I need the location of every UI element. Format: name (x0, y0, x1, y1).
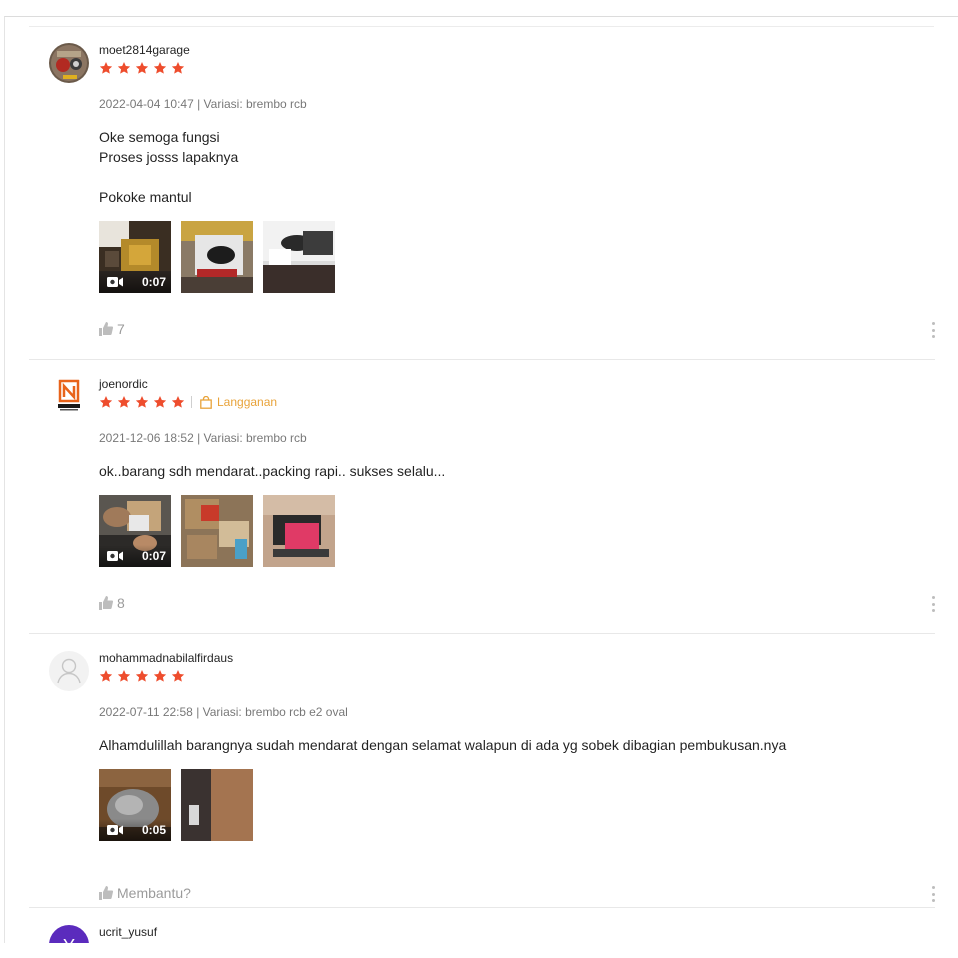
review-item: Y ucrit_yusuf (29, 925, 935, 943)
star-icon (135, 395, 149, 409)
image-thumbnail[interactable] (263, 221, 335, 293)
video-camera-icon (107, 277, 123, 287)
video-overlay: 0:07 (99, 545, 171, 567)
star-icon (153, 395, 167, 409)
video-camera-icon (107, 825, 123, 835)
image-thumbnail[interactable] (181, 495, 253, 567)
avatar[interactable] (49, 43, 89, 83)
star-icon (135, 61, 149, 75)
star-icon (153, 61, 167, 75)
avatar[interactable] (49, 377, 89, 417)
reviewer-name[interactable]: ucrit_yusuf (99, 925, 157, 939)
star-icon (171, 395, 185, 409)
subscriber-badge: Langganan (200, 395, 277, 409)
star-icon (171, 669, 185, 683)
review-divider (29, 907, 935, 908)
review-text: Alhamdulillah barangnya sudah mendarat d… (99, 737, 787, 753)
video-duration: 0:07 (141, 275, 166, 289)
thumbs-up-icon (99, 596, 113, 610)
video-thumbnail[interactable]: 0:05 (99, 769, 171, 841)
star-icon (99, 61, 113, 75)
avatar[interactable]: Y (49, 925, 89, 943)
review-item: moet2814garage 2022-04-04 10:47 | Varias… (29, 43, 935, 360)
thumbs-up-icon (99, 322, 113, 336)
review-meta: 2021-12-06 18:52 | Variasi: brembo rcb (99, 431, 307, 445)
default-user-icon (57, 658, 81, 684)
reviewer-name[interactable]: mohammadnabilalfirdaus (99, 651, 233, 665)
review-meta: 2022-07-11 22:58 | Variasi: brembo rcb e… (99, 705, 348, 719)
review-divider (29, 359, 935, 360)
badge-label: Langganan (217, 395, 278, 409)
star-icon (153, 669, 167, 683)
star-icon (135, 669, 149, 683)
image-thumbnail[interactable] (181, 221, 253, 293)
review-text: ok..barang sdh mendarat..packing rapi.. … (99, 463, 446, 479)
like-count: 7 (117, 321, 125, 337)
reviewer-name[interactable]: moet2814garage (99, 43, 190, 57)
star-icon (117, 61, 131, 75)
top-divider (29, 26, 934, 27)
star-icon (117, 669, 131, 683)
shopping-bag-icon (200, 395, 212, 409)
image-thumbnail[interactable] (181, 769, 253, 841)
like-count: 8 (117, 595, 125, 611)
review-media: 0:07 (99, 495, 345, 567)
star-icon (99, 395, 113, 409)
more-options-button[interactable] (931, 596, 935, 612)
video-overlay: 0:07 (99, 271, 171, 293)
star-icon (117, 395, 131, 409)
star-rating: Langganan (99, 394, 277, 410)
video-thumbnail[interactable]: 0:07 (99, 221, 171, 293)
badge-separator (191, 396, 192, 408)
star-icon (171, 61, 185, 75)
review-media: 0:05 (99, 769, 263, 841)
review-item: mohammadnabilalfirdaus 2022-07-11 22:58 … (29, 651, 935, 908)
image-thumbnail[interactable] (263, 495, 335, 567)
star-rating (99, 668, 189, 684)
video-camera-icon (107, 551, 123, 561)
review-meta: 2022-04-04 10:47 | Variasi: brembo rcb (99, 97, 307, 111)
thumbs-up-icon (99, 886, 113, 900)
more-options-button[interactable] (931, 322, 935, 338)
like-button[interactable]: 8 (99, 593, 125, 613)
reviews-panel: moet2814garage 2022-04-04 10:47 | Varias… (4, 16, 958, 943)
review-divider (29, 633, 935, 634)
review-item: joenordic Langganan 2021-12-06 18:52 | V… (29, 377, 935, 634)
reviewer-name[interactable]: joenordic (99, 377, 148, 391)
more-options-button[interactable] (931, 886, 935, 902)
avatar-letter: Y (63, 937, 75, 943)
review-media: 0:07 (99, 221, 345, 293)
video-duration: 0:07 (141, 549, 166, 563)
video-overlay: 0:05 (99, 819, 171, 841)
like-button[interactable]: 7 (99, 319, 125, 339)
star-rating (99, 60, 189, 76)
video-duration: 0:05 (141, 823, 166, 837)
avatar[interactable] (49, 651, 89, 691)
helpful-button[interactable]: Membantu? (99, 883, 191, 903)
star-icon (99, 669, 113, 683)
helpful-label: Membantu? (117, 885, 191, 901)
video-thumbnail[interactable]: 0:07 (99, 495, 171, 567)
review-text: Oke semoga fungsi Proses josss lapaknya … (99, 129, 239, 205)
